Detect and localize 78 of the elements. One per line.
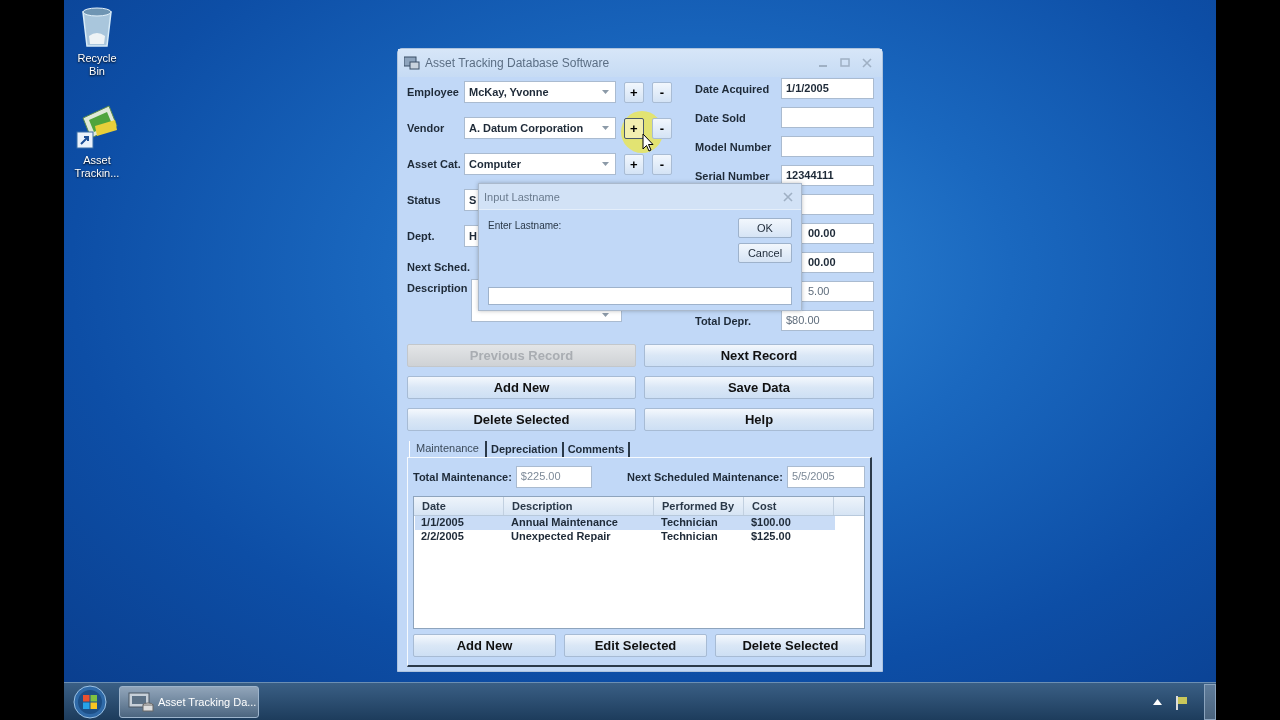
- taskbar-button[interactable]: Asset Tracking Da...: [119, 685, 259, 718]
- text-field[interactable]: $80.00: [781, 310, 874, 331]
- field-label: Total Depr.: [695, 314, 753, 327]
- action-button[interactable]: Delete Selected: [407, 408, 636, 431]
- action-button[interactable]: Save Data: [644, 376, 874, 399]
- field-label: Total Maintenance:: [413, 471, 512, 483]
- column-header[interactable]: Cost: [744, 497, 834, 515]
- remove-button[interactable]: -: [651, 81, 672, 103]
- column-header[interactable]: Performed By: [654, 497, 744, 515]
- list-action-button[interactable]: Add New: [413, 634, 556, 657]
- text-field[interactable]: [781, 107, 874, 128]
- close-icon[interactable]: [862, 58, 872, 68]
- text-field[interactable]: [781, 136, 874, 157]
- table-cell-text: $100.00: [750, 516, 792, 530]
- field-label: Model Number: [695, 140, 773, 153]
- text-field[interactable]: 12344111: [781, 165, 874, 186]
- window-title: Asset Tracking Database Software: [425, 56, 611, 70]
- table-cell-text: $125.00: [750, 530, 792, 544]
- action-button[interactable]: Add New: [407, 376, 636, 399]
- dropdown[interactable]: McKay, Yvonne: [464, 81, 616, 103]
- list-action-button[interactable]: Edit Selected: [564, 634, 707, 657]
- field-label: Date Acquired: [695, 82, 771, 95]
- input-field[interactable]: [488, 287, 792, 305]
- field-label: Serial Number: [695, 169, 771, 182]
- field-label: Next Scheduled Maintenance:: [627, 471, 783, 483]
- caret-icon: [602, 313, 609, 317]
- app-icon: [404, 56, 420, 70]
- show-desktop-button[interactable]: [1204, 683, 1216, 720]
- app-shortcut-icon[interactable]: [75, 104, 119, 150]
- tab[interactable]: Comments: [563, 442, 631, 457]
- field-label: Description: [407, 282, 469, 294]
- table-cell-text: Annual Maintenance: [510, 516, 619, 530]
- column-header[interactable]: Description: [504, 497, 654, 515]
- action-button[interactable]: Next Record: [644, 344, 874, 367]
- start-button[interactable]: [73, 684, 107, 719]
- field-label: Dept.: [407, 230, 436, 242]
- dropdown[interactable]: A. Datum Corporation: [464, 117, 616, 139]
- cursor-icon: [642, 133, 654, 152]
- text-field[interactable]: 1/1/2005: [781, 78, 874, 99]
- add-button[interactable]: +: [623, 81, 644, 103]
- dropdown[interactable]: Computer: [464, 153, 616, 175]
- desktop-icon-label[interactable]: Recycle Bin: [71, 52, 123, 78]
- caret-icon: [601, 90, 609, 94]
- dialog-title: Input Lastname: [484, 190, 561, 203]
- dialog-button[interactable]: OK: [738, 218, 792, 238]
- list-action-button[interactable]: Delete Selected: [715, 634, 866, 657]
- remove-button[interactable]: -: [651, 153, 672, 175]
- caret-icon: [601, 126, 609, 130]
- table-cell-text: Technician: [660, 516, 719, 530]
- field-label: Next Sched.: [407, 261, 470, 273]
- tab[interactable]: Maintenance: [409, 441, 487, 457]
- text-field[interactable]: 5/5/2005: [786, 466, 865, 488]
- field-label: Asset Cat.: [407, 158, 462, 170]
- flag-icon[interactable]: [1174, 693, 1188, 710]
- field-label: Employee: [407, 86, 460, 98]
- add-button[interactable]: +: [623, 153, 644, 175]
- text-field[interactable]: $225.00: [515, 466, 592, 488]
- field-label: Status: [407, 194, 442, 206]
- column-header[interactable]: Date: [414, 497, 504, 515]
- action-button[interactable]: Help: [644, 408, 874, 431]
- tray-arrow-icon[interactable]: [1153, 698, 1162, 705]
- table-cell-text: Unexpected Repair: [510, 530, 612, 544]
- app-icon: [128, 690, 154, 713]
- prompt-text: Enter Lastname:: [488, 220, 562, 233]
- dialog-button[interactable]: Cancel: [738, 243, 792, 263]
- close-icon[interactable]: [783, 191, 793, 202]
- table-cell-text: 2/2/2005: [420, 530, 465, 544]
- caret-icon: [601, 162, 609, 166]
- table-cell-text: Technician: [660, 530, 719, 544]
- table-cell-text: 1/1/2005: [420, 516, 465, 530]
- maximize-icon[interactable]: [840, 58, 850, 68]
- list-row[interactable]: 2/2/2005 Unexpected Repair Technician $125.00: [415, 530, 835, 544]
- tab[interactable]: Depreciation: [487, 442, 564, 457]
- list-row[interactable]: 1/1/2005 Annual Maintenance Technician $100.00: [415, 516, 835, 530]
- recycle-bin-icon[interactable]: [80, 6, 114, 48]
- field-label: Date Sold: [695, 111, 747, 124]
- field-label: Vendor: [407, 122, 446, 134]
- desktop-icon-label[interactable]: Asset Trackin...: [71, 154, 123, 180]
